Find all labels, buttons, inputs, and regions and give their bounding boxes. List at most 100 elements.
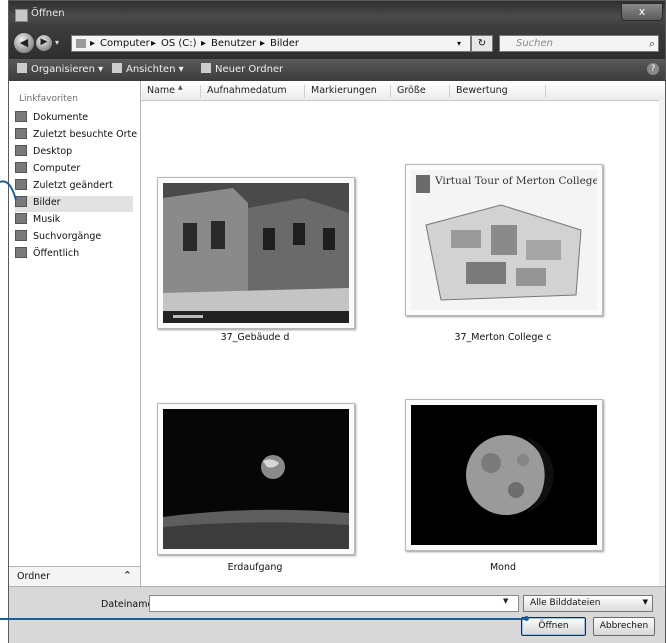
sidebar-item-label: Computer: [33, 163, 81, 174]
file-list: ▲ Name Aufnahmedatum Markierungen Größe B…: [141, 81, 665, 586]
column-header-label: Bewertung: [456, 85, 508, 96]
filetype-select[interactable]: Alle Bilddateien ▼: [523, 595, 653, 612]
sidebar-item-zuletzt-geaendert[interactable]: Zuletzt geändert: [15, 179, 113, 195]
crumb-separator: ▸: [201, 38, 207, 49]
column-header-aufnahmedatum[interactable]: Aufnahmedatum: [201, 85, 305, 98]
title-bar: Öffnen x: [9, 1, 665, 29]
column-header-name[interactable]: ▲ Name: [141, 84, 201, 98]
column-header-markierungen[interactable]: Markierungen: [305, 85, 391, 98]
back-button[interactable]: ◀: [13, 32, 35, 54]
column-header-label: Markierungen: [311, 85, 377, 96]
file-thumbnail-mond[interactable]: [405, 399, 603, 551]
address-row: ◀ ▶ ▾ ▸ Computer ▸ OS (C:) ▸ Benutzer ▸ …: [9, 29, 665, 59]
desktop-icon: [15, 145, 27, 156]
open-dialog: Öffnen x ◀ ▶ ▾ ▸ Computer ▸ OS (C:) ▸ Be…: [8, 0, 666, 643]
search-input[interactable]: Suchen ⌕: [499, 35, 659, 52]
searches-icon: [15, 230, 27, 241]
open-button[interactable]: Öffnen: [521, 617, 586, 636]
sidebar-item-label: Öffentlich: [33, 248, 80, 259]
sidebar-item-desktop[interactable]: Desktop: [15, 145, 72, 161]
new-folder-icon: [201, 63, 211, 73]
sidebar-item-musik[interactable]: Musik: [15, 213, 60, 229]
views-label: Ansichten: [126, 64, 176, 75]
navigation-pane: Linkfavoriten Dokumente Zuletzt besuchte…: [9, 81, 141, 587]
column-header-label: Name: [147, 85, 176, 96]
sidebar-item-label: Musik: [33, 214, 61, 225]
folder-icon: [76, 39, 86, 48]
public-icon: [15, 247, 27, 258]
sidebar-item-label: Dokumente: [33, 112, 89, 123]
organize-icon: [17, 63, 27, 73]
address-dropdown-icon[interactable]: ▾: [457, 39, 461, 48]
cancel-button[interactable]: Abbrechen: [593, 617, 655, 636]
callout-line-bilder: [0, 180, 17, 201]
close-button[interactable]: x: [621, 3, 663, 21]
views-button[interactable]: Ansichten ▾: [112, 63, 184, 75]
file-name-mond[interactable]: Mond: [383, 562, 623, 573]
chevron-down-icon: ▼: [642, 598, 648, 606]
recent-places-icon: [15, 128, 27, 139]
filename-input[interactable]: [149, 595, 519, 612]
folders-toggle[interactable]: Ordner ⌃: [9, 566, 140, 587]
chevron-up-icon: ⌃: [122, 569, 132, 582]
breadcrumb-benutzer[interactable]: Benutzer: [211, 38, 256, 49]
help-icon[interactable]: ?: [647, 63, 659, 75]
sidebar-item-oeffentlich[interactable]: Öffentlich: [15, 247, 79, 263]
column-header-label: Aufnahmedatum: [207, 85, 287, 96]
forward-button[interactable]: ▶: [35, 34, 53, 52]
file-thumbnail-erdaufgang[interactable]: [157, 403, 355, 555]
breadcrumb-os-c[interactable]: OS (C:): [161, 38, 197, 49]
sidebar-item-label: Suchvorgänge: [33, 231, 102, 242]
sidebar-item-label: Desktop: [33, 146, 73, 157]
image-title-text: Virtual Tour of Merton College: [435, 175, 597, 187]
sidebar-item-suchvorgaenge[interactable]: Suchvorgänge: [15, 230, 101, 246]
crumb-separator: ▸: [151, 38, 157, 49]
file-thumbnail-merton-college[interactable]: Virtual Tour of Merton College: [405, 164, 603, 316]
address-bar[interactable]: ▸ Computer ▸ OS (C:) ▸ Benutzer ▸ Bilder…: [71, 35, 471, 52]
refresh-icon[interactable]: ↻: [471, 35, 493, 52]
filename-dropdown-icon[interactable]: ▼: [503, 597, 508, 605]
organize-button[interactable]: Organisieren ▾: [17, 63, 103, 75]
crumb-separator: ▸: [260, 38, 266, 49]
new-folder-label: Neuer Ordner: [215, 64, 284, 75]
folders-label: Ordner: [17, 571, 51, 582]
app-icon: [15, 9, 28, 22]
views-icon: [112, 63, 122, 73]
sidebar-item-zuletzt-besuchte-orte[interactable]: Zuletzt besuchte Orte: [15, 128, 137, 144]
earthrise-image: [163, 409, 349, 549]
toolbar: Organisieren ▾ Ansichten ▾ Neuer Ordner …: [9, 59, 665, 81]
crumb-separator: ▸: [90, 38, 96, 49]
bottom-panel: Dateiname: ▼ Alle Bilddateien ▼ Öffnen A…: [9, 586, 665, 643]
music-icon: [15, 213, 27, 224]
new-folder-button[interactable]: Neuer Ordner: [201, 63, 283, 75]
file-thumbnail-gebaeude[interactable]: [157, 177, 355, 329]
window-title: Öffnen: [31, 8, 65, 19]
map-illustration: [411, 170, 597, 310]
file-name-gebaeude[interactable]: 37_Gebäude d: [135, 332, 375, 343]
search-icon[interactable]: ⌕: [649, 37, 655, 51]
sidebar-item-computer[interactable]: Computer: [15, 162, 80, 178]
scrollbar[interactable]: [659, 100, 665, 586]
breadcrumb-bilder[interactable]: Bilder: [270, 38, 299, 49]
column-headers: ▲ Name Aufnahmedatum Markierungen Größe B…: [141, 81, 665, 101]
sidebar-item-bilder[interactable]: Bilder: [15, 196, 133, 212]
column-header-label: Größe: [397, 85, 426, 96]
column-header-bewertung[interactable]: Bewertung: [450, 85, 546, 98]
breadcrumb-computer[interactable]: Computer: [100, 38, 150, 49]
sidebar-item-label: Bilder: [33, 197, 61, 208]
sidebar-item-label: Zuletzt besuchte Orte: [33, 129, 138, 140]
filetype-value: Alle Bilddateien: [530, 598, 601, 608]
building-image: [163, 183, 349, 323]
callout-dot-open: [524, 616, 529, 621]
column-header-groesse[interactable]: Größe: [391, 85, 450, 98]
nav-header: Linkfavoriten: [19, 94, 78, 104]
merton-map-image: Virtual Tour of Merton College: [411, 170, 597, 310]
file-name-merton-college[interactable]: 37_Merton College c: [383, 332, 623, 343]
callout-line-open: [0, 618, 527, 620]
documents-icon: [15, 111, 27, 122]
building-illustration: [163, 183, 349, 323]
sidebar-item-dokumente[interactable]: Dokumente: [15, 111, 88, 127]
history-dropdown-icon[interactable]: ▾: [55, 38, 59, 47]
sidebar-item-label: Zuletzt geändert: [33, 180, 113, 191]
file-name-erdaufgang[interactable]: Erdaufgang: [135, 562, 375, 573]
